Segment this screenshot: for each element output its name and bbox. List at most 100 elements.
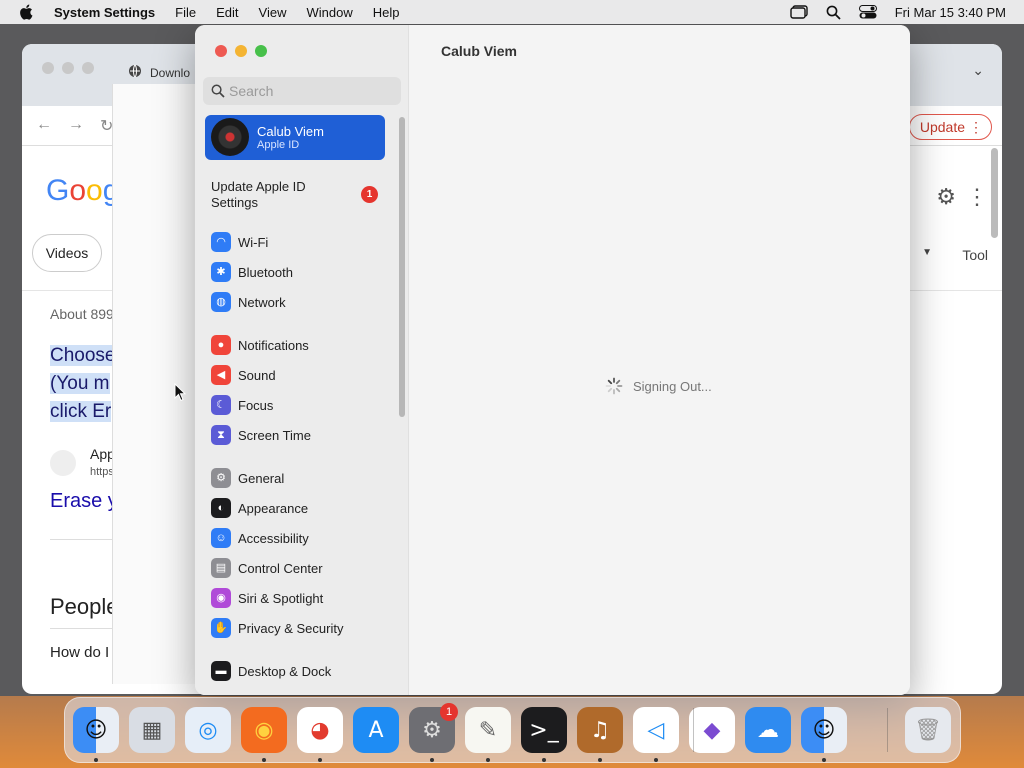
menu-view[interactable]: View: [259, 5, 287, 20]
sidebar-item-label: Desktop & Dock: [238, 663, 332, 679]
videos-filter-chip[interactable]: Videos: [32, 234, 102, 272]
signing-out-status: Signing Out...: [605, 377, 712, 395]
back-arrow-icon[interactable]: ←: [36, 116, 52, 134]
update-label: Update: [919, 119, 965, 135]
browser-close-dot[interactable]: [42, 62, 54, 74]
notifications-icon: ●: [211, 335, 231, 355]
dock-vscode-icon[interactable]: ◁: [633, 707, 679, 753]
dock-textedit-icon[interactable]: ✎: [465, 707, 511, 753]
sidebar-item-label: Wi-Fi: [238, 234, 269, 250]
dock-safari-icon[interactable]: ◎: [185, 707, 231, 753]
sidebar-item-privacy-security[interactable]: ✋ Privacy & Security: [211, 617, 343, 639]
snippet-line: Choose: [50, 345, 116, 366]
sidebar-item-label: Control Center: [238, 560, 323, 576]
notification-badge: 1: [361, 186, 378, 203]
forward-arrow-icon[interactable]: →: [68, 116, 84, 134]
sidebar-item-sound[interactable]: ◀ Sound: [211, 364, 276, 386]
browser-zoom-dot[interactable]: [82, 62, 94, 74]
sidebar-item-desktop-dock[interactable]: ▬ Desktop & Dock: [211, 660, 331, 682]
dock-finder-icon[interactable]: ☺: [73, 707, 119, 753]
menu-app-name[interactable]: System Settings: [54, 5, 155, 20]
menu-edit[interactable]: Edit: [216, 5, 238, 20]
dock-icloud-weather-icon[interactable]: ☁: [745, 707, 791, 753]
sidebar-item-general[interactable]: ⚙ General: [211, 467, 284, 489]
dock-separator: [693, 708, 694, 752]
dock-firefox-icon[interactable]: ◉: [241, 707, 287, 753]
sidebar-item-control-center[interactable]: ▤ Control Center: [211, 557, 323, 579]
sidebar-item-screen-time[interactable]: ⧗ Screen Time: [211, 424, 311, 446]
dock-visual-studio-icon[interactable]: ◆: [689, 707, 735, 753]
running-indicator: [542, 758, 546, 762]
results-count: About 899: [50, 306, 114, 322]
spotlight-search-icon[interactable]: [826, 5, 841, 20]
running-indicator: [318, 758, 322, 762]
dock-app-store-icon[interactable]: A: [353, 707, 399, 753]
close-window-button[interactable]: [215, 45, 227, 57]
mouse-cursor-icon: [174, 383, 186, 402]
sidebar-item-appearance[interactable]: ◐ Appearance: [211, 497, 308, 519]
account-name: Calub Viem: [257, 124, 324, 139]
sidebar-item-label: Privacy & Security: [238, 620, 344, 636]
dock-chrome-icon[interactable]: ◕: [297, 707, 343, 753]
update-apple-id-item[interactable]: Update Apple ID Settings: [211, 179, 331, 211]
menu-file[interactable]: File: [175, 5, 196, 20]
question-item[interactable]: How do I: [50, 644, 109, 661]
sidebar-item-wifi[interactable]: ◠ Wi-Fi: [211, 231, 268, 253]
sidebar-item-label: Bluetooth: [238, 264, 293, 280]
browser-tab-title[interactable]: Downlo: [150, 66, 190, 80]
sidebar-item-siri-spotlight[interactable]: ◉ Siri & Spotlight: [211, 587, 323, 609]
sidebar-item-label: Network: [238, 294, 286, 310]
apple-id-account-item[interactable]: Calub Viem Apple ID: [205, 115, 385, 160]
running-indicator: [262, 758, 266, 762]
screen-mirroring-icon[interactable]: [790, 5, 808, 19]
running-indicator: [598, 758, 602, 762]
google-logo[interactable]: Goog: [46, 174, 119, 208]
dock: ☺ ▦ ◎ ◉ ◕ A ⚙ ✎ >_ ♫ ◁ ◆ ☁ ☺ 🗑: [64, 697, 961, 763]
tab-overflow-chevron-icon[interactable]: ⌄: [972, 62, 984, 79]
control-center-icon: ▤: [211, 558, 231, 578]
menu-help[interactable]: Help: [373, 5, 400, 20]
control-center-icon[interactable]: [858, 5, 877, 19]
sidebar-scrollbar[interactable]: [399, 117, 405, 417]
dock-finder-2-icon[interactable]: ☺: [801, 707, 847, 753]
account-subtitle: Apple ID: [257, 139, 300, 151]
sidebar-item-label: Focus: [238, 397, 274, 413]
settings-search: [203, 77, 401, 105]
search-input[interactable]: [229, 77, 397, 105]
dock-trash-icon[interactable]: 🗑: [905, 707, 951, 753]
browser-scrollbar[interactable]: [991, 148, 998, 238]
sidebar-item-focus[interactable]: ☾ Focus: [211, 394, 273, 416]
menu-window[interactable]: Window: [306, 5, 352, 20]
snippet-line: click Er: [50, 401, 112, 422]
screen-time-icon: ⧗: [211, 425, 231, 445]
tools-button[interactable]: Tool: [962, 247, 988, 263]
general-icon: ⚙: [211, 468, 231, 488]
sidebar-item-accessibility[interactable]: ☺ Accessibility: [211, 527, 309, 549]
system-settings-window: Calub Viem Apple ID Update Apple ID Sett…: [195, 25, 910, 695]
dock-launchpad-icon[interactable]: ▦: [129, 707, 175, 753]
settings-gear-icon[interactable]: ⚙: [936, 184, 956, 210]
sidebar-item-bluetooth[interactable]: ✱ Bluetooth: [211, 261, 293, 283]
browser-update-button[interactable]: Update ⋮: [908, 114, 992, 140]
apple-menu-icon[interactable]: [18, 3, 36, 21]
running-indicator: [654, 758, 658, 762]
sidebar-item-network[interactable]: ◍ Network: [211, 291, 286, 313]
dock-garageband-icon[interactable]: ♫: [577, 707, 623, 753]
result-url[interactable]: https: [90, 466, 114, 478]
zoom-window-button[interactable]: [255, 45, 267, 57]
minimize-window-button[interactable]: [235, 45, 247, 57]
browser-minimize-dot[interactable]: [62, 62, 74, 74]
apple-site-icon: [50, 450, 76, 476]
dock-terminal-icon[interactable]: >_: [521, 707, 567, 753]
running-indicator: [430, 758, 434, 762]
sidebar-item-notifications[interactable]: ● Notifications: [211, 334, 309, 356]
menu-clock[interactable]: Fri Mar 15 3:40 PM: [895, 5, 1006, 20]
more-menu-icon: ⋮: [969, 119, 983, 135]
result-title-link[interactable]: Erase y: [50, 490, 118, 513]
dropdown-triangle-icon[interactable]: ▼: [922, 247, 932, 258]
dock-badge: 1: [440, 703, 458, 721]
running-indicator: [822, 758, 826, 762]
people-also-ask-heading: People: [50, 594, 119, 619]
search-icon: [211, 84, 225, 98]
apps-menu-icon[interactable]: ⋮: [966, 184, 988, 210]
